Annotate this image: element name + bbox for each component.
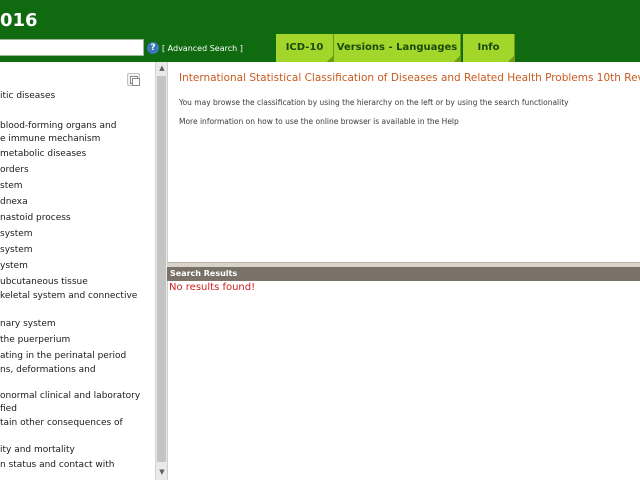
tab-versions-languages[interactable]: Versions - Languages <box>334 34 461 62</box>
app-header: 016 ? [ Advanced Search ] ICD-10 Version… <box>0 0 640 62</box>
copy-icon[interactable] <box>127 73 140 86</box>
classification-tree-panel: itic diseases blood-forming organs and e… <box>0 62 155 480</box>
scrollbar-thumb[interactable] <box>157 76 166 462</box>
tree-item[interactable]: ity and mortality <box>0 444 75 456</box>
tree-item[interactable]: the puerperium <box>0 334 70 346</box>
search-results-header: Search Results <box>167 267 640 281</box>
tree-scrollbar[interactable]: ▲ ▼ <box>155 62 167 480</box>
content-panel: International Statistical Classification… <box>167 62 640 262</box>
tree-item[interactable]: dnexa <box>0 196 28 208</box>
tree-item[interactable]: ating in the perinatal period <box>0 350 126 362</box>
tree-item[interactable]: fied <box>0 403 17 415</box>
advanced-search-link[interactable]: [ Advanced Search ] <box>162 43 243 55</box>
no-results-message: No results found! <box>169 282 256 293</box>
tree-item[interactable]: e immune mechanism <box>0 133 100 145</box>
help-info-text: More information on how to use the onlin… <box>179 117 459 126</box>
tree-item[interactable]: n status and contact with <box>0 459 115 471</box>
tree-item[interactable]: onormal clinical and laboratory <box>0 390 140 402</box>
tree-item[interactable]: tain other consequences of <box>0 417 123 429</box>
tree-item[interactable]: stem <box>0 180 23 192</box>
tree-item[interactable]: system <box>0 244 33 256</box>
help-icon[interactable]: ? <box>147 42 159 54</box>
tree-item[interactable]: ystem <box>0 260 28 272</box>
tree-item[interactable]: nary system <box>0 318 56 330</box>
tree-item[interactable]: blood-forming organs and <box>0 120 116 132</box>
tree-item[interactable]: keletal system and connective <box>0 290 137 302</box>
tree-item[interactable]: orders <box>0 164 29 176</box>
tab-info[interactable]: Info <box>463 34 515 62</box>
app-title: 016 <box>0 10 38 31</box>
tree-item[interactable]: system <box>0 228 33 240</box>
tree-item[interactable]: ns, deformations and <box>0 364 96 376</box>
tab-label: Versions - Languages <box>336 42 458 53</box>
intro-text: You may browse the classification by usi… <box>179 98 569 107</box>
tree-item[interactable]: itic diseases <box>0 90 55 102</box>
tab-label: Info <box>477 42 500 53</box>
tab-icd-10[interactable]: ICD-10 <box>276 34 334 62</box>
tree-item[interactable]: metabolic diseases <box>0 148 86 160</box>
page-title: International Statistical Classification… <box>179 72 640 84</box>
search-results-area <box>167 281 640 480</box>
tree-item[interactable]: ubcutaneous tissue <box>0 276 88 288</box>
tab-label: ICD-10 <box>285 42 324 53</box>
tree-item[interactable]: nastoid process <box>0 212 71 224</box>
search-input[interactable] <box>0 39 144 56</box>
